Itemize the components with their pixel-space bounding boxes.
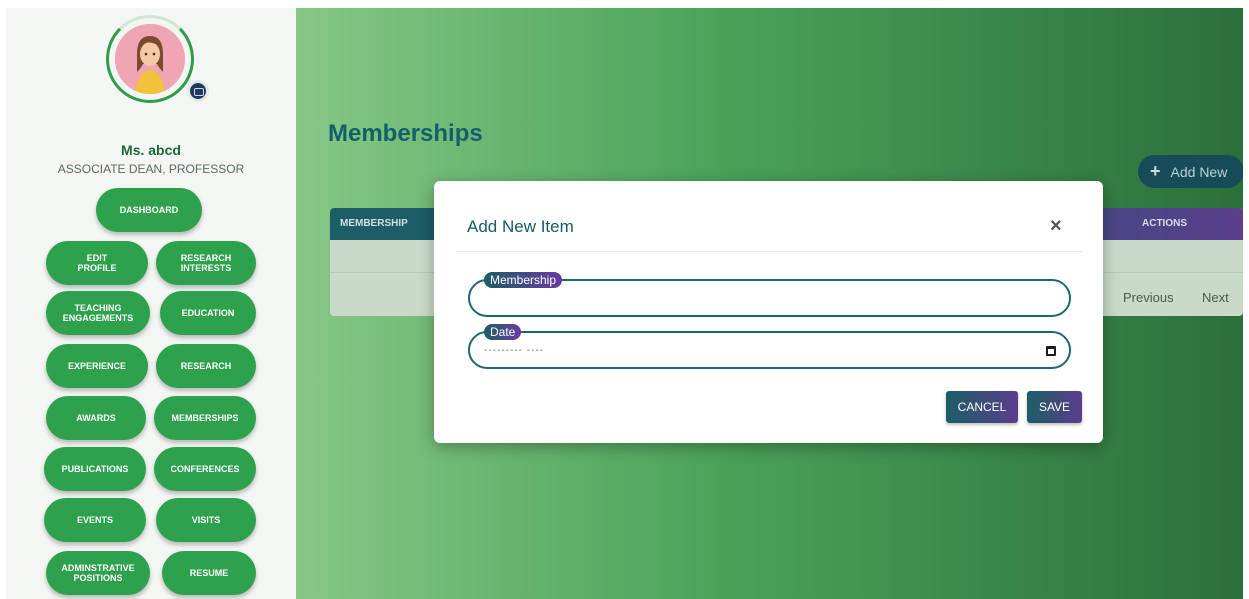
- avatar-ring: [106, 15, 194, 103]
- nav-events-button[interactable]: EVENTS: [44, 498, 146, 542]
- column-header-membership[interactable]: MEMBERSHIP: [340, 218, 408, 229]
- nav-edit-profile-button[interactable]: EDIT PROFILE: [46, 241, 148, 285]
- nav-teaching-engagements-button[interactable]: TEACHING ENGAGEMENTS: [46, 291, 150, 335]
- nav-education-button[interactable]: EDUCATION: [160, 291, 256, 335]
- camera-icon[interactable]: [187, 80, 209, 102]
- modal-divider: [456, 251, 1082, 252]
- modal-title: Add New Item: [467, 217, 574, 236]
- cancel-button[interactable]: CANCEL: [946, 391, 1018, 423]
- nav-research-button[interactable]: RESEARCH: [156, 344, 256, 388]
- user-avatar-icon: [115, 24, 185, 94]
- save-button[interactable]: SAVE: [1027, 391, 1082, 423]
- nav-awards-button[interactable]: AWARDS: [46, 396, 146, 440]
- add-item-modal: Add New Item × Membership --------- ----…: [434, 181, 1103, 443]
- add-new-label: Add New: [1170, 163, 1228, 180]
- calendar-icon[interactable]: [1046, 346, 1056, 356]
- pagination-next[interactable]: Next: [1202, 290, 1229, 305]
- profile-name: Ms. abcd: [121, 142, 181, 158]
- avatar[interactable]: [115, 24, 185, 94]
- membership-label: Membership: [484, 272, 563, 288]
- nav-research-interests-button[interactable]: RESEARCH INTERESTS: [156, 241, 256, 285]
- nav-administrative-positions-button[interactable]: ADMINSTRATIVE POSITIONS: [46, 551, 150, 595]
- nav-conferences-button[interactable]: CONFERENCES: [154, 447, 256, 491]
- column-header-actions: ACTIONS: [1142, 218, 1187, 229]
- date-input[interactable]: --------- ----: [468, 331, 1071, 369]
- date-value: --------- ----: [484, 345, 545, 356]
- close-icon[interactable]: ×: [1050, 215, 1062, 238]
- nav-memberships-button[interactable]: MEMBERSHIPS: [154, 396, 256, 440]
- app-frame: Ms. abcd ASSOCIATE DEAN, PROFESSOR DASHB…: [6, 8, 1243, 599]
- date-label: Date: [484, 324, 522, 340]
- plus-icon: +: [1150, 161, 1161, 181]
- nav-experience-button[interactable]: EXPERIENCE: [46, 344, 148, 388]
- profile-role: ASSOCIATE DEAN, PROFESSOR: [57, 162, 245, 176]
- page-title: Memberships: [328, 120, 483, 147]
- nav-resume-button[interactable]: RESUME: [162, 551, 256, 595]
- nav-visits-button[interactable]: VISITS: [156, 498, 256, 542]
- sidebar: Ms. abcd ASSOCIATE DEAN, PROFESSOR DASHB…: [6, 8, 296, 599]
- nav-publications-button[interactable]: PUBLICATIONS: [44, 447, 146, 491]
- add-new-button[interactable]: + Add New: [1138, 155, 1243, 188]
- pagination-previous[interactable]: Previous: [1123, 290, 1174, 305]
- nav-dashboard-button[interactable]: DASHBOARD: [96, 188, 202, 232]
